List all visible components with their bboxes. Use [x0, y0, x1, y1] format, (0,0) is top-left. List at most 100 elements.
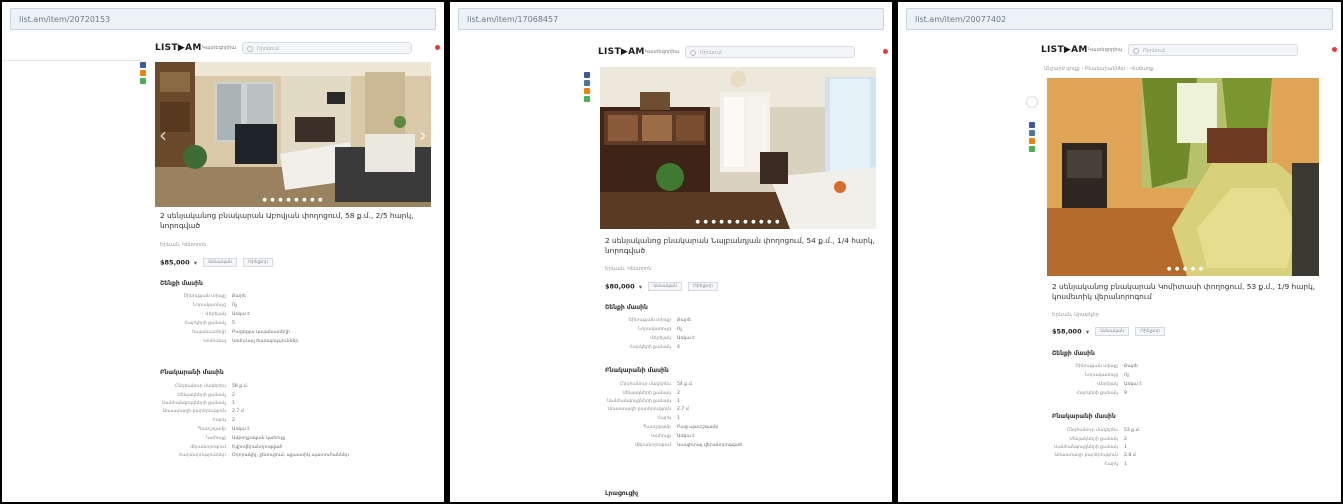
building-section-title: Շենքի մասին: [1052, 350, 1095, 357]
listing-location[interactable]: Երևան, Արաբկիր: [1052, 312, 1099, 318]
attr-key: Առաստաղի բարձրություն: [607, 407, 672, 412]
search-input[interactable]: Որոնում: [242, 42, 412, 54]
attr-row: Ընդհանուր մակերես 53 ք.մ.: [1052, 426, 1140, 435]
attr-row: Վերելակ Առկա է: [1052, 380, 1142, 389]
attr-value: 5: [232, 321, 235, 326]
share-buttons: [140, 62, 146, 86]
building-attributes: Շինության տիպը Քարե Նորակառույց Ոչ Վերելակ…: [605, 316, 695, 352]
site-logo[interactable]: LIST▶AM: [155, 43, 202, 53]
attr-value: Առկա է: [232, 312, 250, 317]
whatsapp-share-icon[interactable]: [584, 96, 590, 102]
search-input[interactable]: Որոնում: [1128, 44, 1298, 56]
site-logo[interactable]: LIST▶AM: [1041, 45, 1088, 55]
attr-value: Քարե: [677, 318, 691, 323]
attr-key: Կայանատեղի: [191, 330, 226, 335]
facebook-share-icon[interactable]: [140, 62, 146, 68]
vk-share-icon[interactable]: [1029, 130, 1035, 136]
attr-key: Շինության տիպը: [1075, 364, 1118, 369]
price-tag-2[interactable]: Ռիելթոր: [688, 282, 718, 291]
attr-value: Առկա է: [1124, 382, 1142, 387]
attr-value: 1: [677, 399, 680, 404]
attr-key: Վերանորոգում: [189, 445, 226, 450]
attr-key: Վերանորոգում: [634, 443, 671, 448]
attr-key: Վերելակ: [1097, 382, 1118, 387]
categories-button[interactable]: Կատեգորիա: [202, 45, 236, 51]
odnoklassniki-share-icon[interactable]: [584, 88, 590, 94]
building-attributes: Շինության տիպը Քարե Նորակառույց Ոչ Վերելակ…: [160, 292, 299, 346]
notification-dot-icon[interactable]: [1332, 47, 1337, 52]
categories-button[interactable]: Կատեգորիա: [1088, 47, 1122, 53]
listing-photo[interactable]: ● ● ● ● ● ● ● ● ● ● ●: [600, 67, 876, 229]
attr-value: Առկա է: [677, 336, 695, 341]
chevron-right-icon[interactable]: ›: [419, 123, 427, 147]
attr-key: Սանհանգույցների քանակ: [162, 401, 226, 406]
attr-value: Առկա է: [677, 434, 695, 439]
gallery-pagination[interactable]: ● ● ● ● ● ● ● ●: [155, 197, 431, 203]
listing-location[interactable]: Երևան, Կենտրոն: [160, 242, 206, 248]
attr-row: Վերանորոգում Եվրովերանորոգված: [160, 443, 349, 452]
attr-key: Սենյակների քանակ: [622, 391, 671, 396]
attr-value: Առկա է: [232, 427, 250, 432]
price-value: $80,000: [605, 282, 635, 291]
price-tag-1[interactable]: Ամսական: [1095, 327, 1130, 336]
vk-share-icon[interactable]: [584, 80, 590, 86]
attr-row: Նորակառույց Ոչ: [605, 325, 695, 334]
attr-row: Ընդհանուր մակերես 58 ք.մ.: [160, 382, 349, 391]
apartment-attributes: Ընդհանուր մակերես 58 ք.մ. Սենյակների քանա…: [160, 382, 349, 460]
search-input[interactable]: Որոնում: [685, 46, 855, 58]
url-label: list.am/item/20077402: [906, 8, 1333, 30]
listing-photo[interactable]: ● ● ● ● ●: [1047, 78, 1319, 276]
price-tag-1[interactable]: Ամսական: [203, 258, 238, 267]
facebook-share-icon[interactable]: [584, 72, 590, 78]
price-block: $85,000 ▾ Ամսական Ռիելթոր: [160, 258, 273, 267]
categories-button[interactable]: Կատեգորիա: [645, 49, 679, 55]
whatsapp-share-icon[interactable]: [140, 78, 146, 84]
attr-key: Ընդհանուր մակերես: [175, 384, 226, 389]
attr-row: Հարմարություններ Օդորակիչ, ջեռուցում, պլա…: [160, 452, 349, 460]
listing-photo[interactable]: ‹ › ● ● ● ● ● ● ● ●: [155, 62, 431, 207]
attr-row: Առաստաղի բարձրություն 2.7 մ: [605, 406, 742, 414]
attr-row: Առաստաղի բարձրություն 2.7 մ: [160, 408, 349, 416]
odnoklassniki-share-icon[interactable]: [140, 70, 146, 76]
currency-dropdown[interactable]: ▾: [1086, 328, 1089, 336]
price-tag-2[interactable]: Ռիելթոր: [1135, 327, 1165, 336]
attr-row: Կայանատեղի Բացօթյա կայանատեղի: [160, 328, 298, 337]
attr-row: Պատշգամբ Առկա է: [160, 425, 349, 434]
notification-dot-icon[interactable]: [435, 45, 440, 50]
attr-value: 2: [232, 393, 235, 398]
attr-key: Պատշգամբ: [642, 425, 671, 430]
gallery-pagination[interactable]: ● ● ● ● ●: [1167, 266, 1319, 272]
attr-row: Սանհանգույցների քանակ 1: [1052, 444, 1140, 452]
site-logo[interactable]: LIST▶AM: [598, 47, 645, 57]
notification-dot-icon[interactable]: [883, 49, 888, 54]
attr-key: Հարկ: [657, 416, 671, 421]
price-block: $80,000 ▾ Ամսական Ռիելթոր: [605, 282, 718, 291]
listing-title: 2 սենյականոց բնակարան Աբովյան փողոցում, …: [160, 211, 414, 230]
search-icon: [1133, 48, 1139, 54]
breadcrumb[interactable]: Անշարժ գույք › Բնակարաններ › Վաճառք: [1044, 66, 1153, 72]
attr-value: 1: [1124, 462, 1127, 467]
attr-value: 2.8 մ: [1124, 453, 1136, 458]
attr-row: Կահույք Առկա է: [605, 432, 742, 441]
attr-key: Նորակառույց: [192, 303, 226, 308]
favorite-icon[interactable]: [1026, 96, 1038, 108]
price-value: $85,000: [160, 258, 190, 267]
attr-row: Հարկերի քանակ 5: [160, 319, 298, 328]
url-label: list.am/item/20720153: [10, 8, 436, 30]
price-tag-1[interactable]: Ամսական: [648, 282, 683, 291]
attr-key: Հարկերի քանակ: [629, 345, 671, 350]
odnoklassniki-share-icon[interactable]: [1029, 138, 1035, 144]
attr-value: Քարե: [232, 294, 246, 299]
apartment-section-title: Բնակարանի մասին: [1052, 413, 1116, 420]
share-buttons: [1029, 122, 1035, 154]
listing-location[interactable]: Երևան, Կենտրոն: [605, 266, 651, 272]
price-tag-2[interactable]: Ռիելթոր: [243, 258, 273, 267]
attr-key: Առաստաղի բարձրություն: [162, 409, 227, 414]
currency-dropdown[interactable]: ▾: [194, 259, 197, 267]
gallery-pagination[interactable]: ● ● ● ● ● ● ● ● ● ● ●: [600, 219, 876, 225]
facebook-share-icon[interactable]: [1029, 122, 1035, 128]
chevron-left-icon[interactable]: ‹: [159, 123, 167, 147]
attr-row: Նորակառույց Ոչ: [1052, 371, 1142, 380]
whatsapp-share-icon[interactable]: [1029, 146, 1035, 152]
currency-dropdown[interactable]: ▾: [639, 283, 642, 291]
